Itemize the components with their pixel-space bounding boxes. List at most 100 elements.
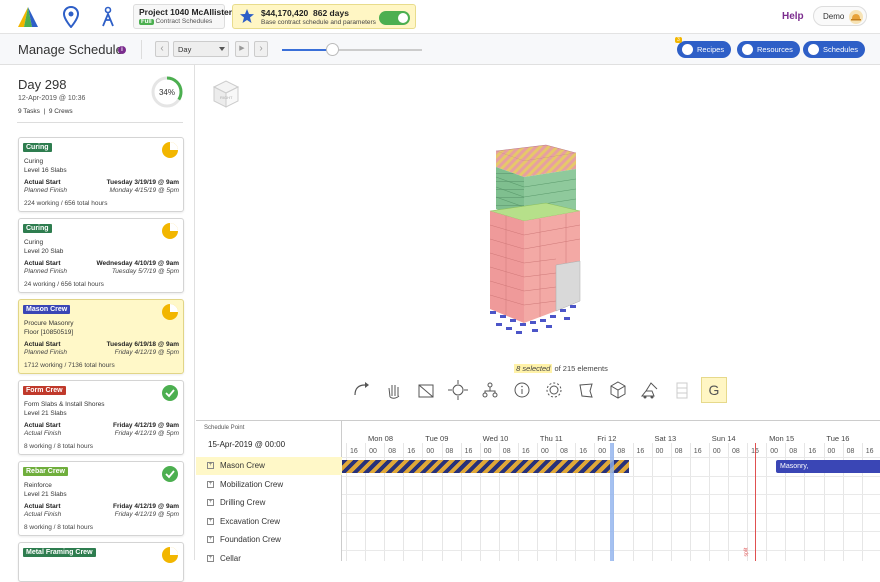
row2-value: Friday 4/12/19 @ 5pm	[114, 511, 179, 518]
explode-icon[interactable]	[445, 377, 471, 403]
gantt-gridline	[708, 443, 710, 561]
schedules-button[interactable]: Schedules	[803, 41, 866, 58]
expand-icon[interactable]: +	[207, 462, 214, 469]
expand-icon[interactable]: +	[207, 517, 214, 525]
divider	[17, 122, 183, 123]
view-cube[interactable]: RIGHT	[210, 77, 242, 116]
crew-tag: Rebar Crew	[23, 467, 68, 476]
gantt-crew-row[interactable]: + Drilling Crew	[196, 494, 342, 512]
box-icon[interactable]	[605, 377, 631, 403]
project-name: Project 1040 McAllister	[139, 7, 233, 17]
building-icon[interactable]	[669, 377, 695, 403]
info-circle-icon[interactable]	[509, 377, 535, 403]
top-bar: Project 1040 McAllister Full Contract Sc…	[0, 0, 880, 34]
frame-select-icon[interactable]	[413, 377, 439, 403]
gantt-crew-row[interactable]: + Excavation Crew	[196, 513, 342, 531]
gantt-gridline	[747, 443, 749, 561]
gantt-crew-row[interactable]: + Mobilization Crew	[196, 476, 342, 494]
task-card[interactable]: Form Crew Form Slabs & Install Shores Leve…	[18, 380, 184, 455]
task-name: Form Slabs & Install Shores	[24, 401, 105, 408]
row1-value: Wednesday 4/10/19 @ 9am	[96, 260, 179, 267]
row1-value: Tuesday 6/19/18 @ 9am	[106, 341, 179, 348]
cost-sub: Base contract schedule and parameters	[261, 19, 376, 26]
expand-icon[interactable]: +	[207, 536, 214, 543]
prev-button[interactable]: ‹	[155, 41, 169, 57]
resources-button[interactable]: Resources	[737, 41, 800, 58]
help-link[interactable]: Help	[782, 11, 804, 22]
gantt-timeline[interactable]: Mon 08 Tue 09 Wed 10 Thu 11 Fri 12 Sat 13 Sun …	[342, 421, 880, 561]
now-indicator[interactable]	[610, 443, 614, 561]
task-card[interactable]: Mason Crew Procure Masonry Floor [10850519…	[18, 299, 184, 374]
gantt-day-header: Mon 08	[368, 434, 394, 443]
rotate-icon[interactable]	[349, 377, 375, 403]
project-selector[interactable]: Project 1040 McAllister Full Contract Sc…	[133, 4, 233, 29]
model-viewer[interactable]: RIGHT 8 selected of 215 elements G	[196, 65, 880, 420]
expand-icon[interactable]: +	[207, 480, 214, 488]
worker-icon[interactable]	[100, 6, 116, 33]
g-icon[interactable]: G	[701, 377, 727, 403]
tree-icon[interactable]	[477, 377, 503, 403]
gantt-day-header: Thu 11	[539, 434, 563, 443]
gantt-hour-header: 08	[732, 448, 740, 455]
info-icon[interactable]: i	[118, 46, 126, 54]
location-icon[interactable]	[62, 5, 80, 33]
play-button[interactable]: ▶	[235, 41, 249, 57]
row2-value: Monday 4/15/19 @ 5pm	[109, 187, 179, 194]
crew-name: Excavation Crew	[220, 516, 281, 526]
gantt-crew-row[interactable]: + Mason Crew	[196, 457, 342, 475]
expand-icon[interactable]: +	[207, 499, 214, 506]
hand-icon[interactable]	[381, 377, 407, 403]
baseline-toggle[interactable]	[379, 11, 410, 25]
row1-value: Tuesday 3/19/19 @ 9am	[106, 179, 179, 186]
gantt-crew-row[interactable]: + Foundation Crew	[196, 531, 342, 549]
task-card[interactable]: Metal Framing Crew	[18, 542, 184, 582]
next-button[interactable]: ›	[254, 41, 268, 57]
task-card[interactable]: Curing Curing Level 20 Slab Actual Start Wed…	[18, 218, 184, 293]
user-menu[interactable]: Demo	[813, 6, 867, 26]
schedules-label: Schedules	[823, 45, 859, 54]
mason-crew-bar[interactable]	[342, 460, 629, 473]
gantt-hour-header: 16	[350, 448, 358, 455]
gantt-hour-header: 08	[674, 448, 683, 455]
page-title: Manage Schedule	[18, 42, 123, 57]
progress-percent: 34%	[159, 88, 175, 97]
recipes-button[interactable]: 3 Recipes	[675, 37, 732, 58]
gantt-hour-header: 08	[445, 448, 454, 455]
flag-icon[interactable]	[573, 377, 599, 403]
task-location: Floor [10850519]	[24, 329, 74, 336]
slider-thumb[interactable]	[326, 43, 339, 56]
cost-summary[interactable]: $44,170,420 862 days Base contract sched…	[232, 4, 416, 29]
building-model[interactable]	[476, 141, 596, 358]
progress-pie-icon	[161, 141, 179, 164]
row1-value: Friday 4/12/19 @ 9am	[113, 422, 179, 429]
schedule-point-value[interactable]: 15-Apr-2019 @ 00:00	[208, 440, 285, 449]
masonry-bar[interactable]: Masonry,	[776, 460, 880, 473]
crew-name: Drilling Crew	[220, 498, 266, 507]
app-logo[interactable]	[16, 6, 40, 33]
task-name: Reinforce	[24, 482, 52, 489]
schedule-point-line	[755, 443, 756, 561]
gantt-hour-header: 08	[617, 448, 626, 455]
hardhat-avatar-icon	[849, 10, 863, 24]
task-hours: 8 working / 8 total hours	[24, 443, 94, 450]
task-card[interactable]: Curing Curing Level 16 Slabs Actual Start Tu…	[18, 137, 184, 212]
complete-check-icon	[161, 384, 179, 407]
timeline-slider[interactable]	[282, 43, 422, 56]
gantt-hour-header: 00	[369, 448, 377, 455]
gantt-hour-header: 00	[712, 448, 721, 455]
gantt-hour-header: 16	[407, 448, 416, 455]
gantt-crew-row[interactable]: + Cellar	[196, 550, 342, 568]
g-label: G	[709, 382, 720, 398]
gantt-gridline	[766, 443, 768, 561]
gantt-hour-header: 16	[579, 448, 587, 455]
chevron-down-icon	[219, 47, 225, 51]
user-name: Demo	[823, 12, 845, 21]
period-select[interactable]: Day	[173, 41, 229, 57]
crane-icon[interactable]	[637, 377, 663, 403]
crew-tag: Metal Framing Crew	[23, 548, 96, 557]
gantt-hour-header: 00	[426, 448, 435, 455]
gantt-hour-header: 00	[770, 448, 778, 455]
task-card[interactable]: Rebar Crew Reinforce Level 21 Slabs Actual …	[18, 461, 184, 536]
expand-icon[interactable]: +	[207, 554, 214, 562]
settings-icon[interactable]	[541, 377, 567, 403]
